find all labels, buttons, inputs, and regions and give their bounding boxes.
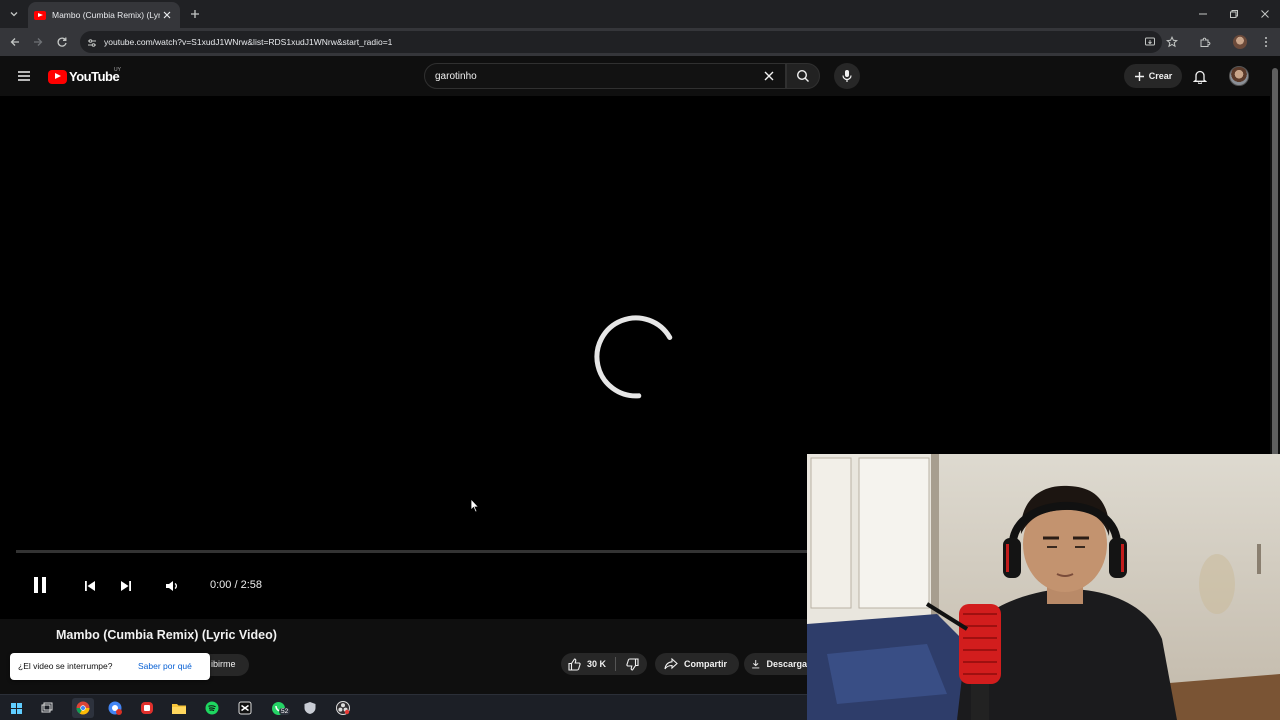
next-button[interactable] <box>116 576 136 596</box>
voice-search-button[interactable] <box>834 63 860 89</box>
video-interrupt-popup: ¿El video se interrumpe? Saber por qué <box>10 653 210 680</box>
download-label: Descarga <box>766 659 807 669</box>
kebab-menu-icon <box>1265 37 1267 47</box>
star-icon <box>1166 36 1178 48</box>
address-bar[interactable]: youtube.com/watch?v=S1xudJ1WNrw&list=RDS… <box>80 31 1162 53</box>
video-title: Mambo (Cumbia Remix) (Lyric Video) <box>56 628 277 642</box>
chrome-icon[interactable] <box>72 698 94 718</box>
profile-avatar <box>1233 35 1247 49</box>
download-icon <box>752 660 760 669</box>
time-display: 0:00 / 2:58 <box>210 579 262 591</box>
learn-why-link[interactable]: Saber por qué <box>138 661 192 671</box>
share-button[interactable]: Compartir <box>655 653 739 675</box>
pause-button[interactable] <box>28 572 52 598</box>
browser-tab-active[interactable]: Mambo (Cumbia Remix) (Lyric V <box>28 2 180 28</box>
scrollbar-thumb[interactable] <box>1272 68 1278 508</box>
arrow-left-icon <box>10 38 19 46</box>
spotify-icon[interactable] <box>201 698 223 718</box>
puzzle-icon <box>1200 37 1211 47</box>
guide-menu-button[interactable] <box>14 66 34 86</box>
reload-icon <box>57 37 67 47</box>
previous-button[interactable] <box>80 576 100 596</box>
obs-icon[interactable] <box>332 698 354 718</box>
close-icon <box>1261 10 1269 18</box>
minimize-icon <box>1199 13 1207 15</box>
browser-menu-button[interactable] <box>1256 32 1276 52</box>
loading-spinner-icon <box>594 315 673 399</box>
country-code: UY <box>114 67 121 73</box>
youtube-play-logo-icon <box>48 69 67 84</box>
search-icon <box>796 69 809 82</box>
app-red-icon[interactable] <box>136 698 158 718</box>
create-label: Crear <box>1148 71 1173 81</box>
youtube-favicon-icon <box>34 10 46 20</box>
forward-button[interactable] <box>28 32 48 52</box>
search-button[interactable] <box>786 63 820 89</box>
whatsapp-icon[interactable]: 52 <box>267 698 291 718</box>
microphone-icon <box>842 70 852 82</box>
tab-close-icon[interactable] <box>160 8 174 22</box>
file-explorer-icon[interactable] <box>168 698 190 718</box>
mouse-cursor-icon <box>470 498 480 513</box>
share-icon <box>664 658 678 670</box>
url-text: youtube.com/watch?v=S1xudJ1WNrw&list=RDS… <box>104 37 393 47</box>
chevron-down-icon <box>10 12 18 17</box>
thumbs-up-icon <box>568 657 581 671</box>
start-icon[interactable] <box>5 698 27 718</box>
bell-icon <box>1193 70 1207 84</box>
hamburger-menu-icon <box>18 71 30 81</box>
capcut-icon[interactable] <box>234 698 256 718</box>
new-tab-button[interactable] <box>186 5 204 23</box>
youtube-header: YouTube UY garotinho Crear <box>0 56 1270 96</box>
extensions-button[interactable] <box>1195 32 1215 52</box>
bookmark-button[interactable] <box>1162 32 1182 52</box>
volume-icon <box>166 581 177 591</box>
browser-tab-strip: Mambo (Cumbia Remix) (Lyric V <box>0 0 1280 28</box>
back-button[interactable] <box>5 32 25 52</box>
thumbs-down-icon <box>625 657 639 671</box>
like-dislike-divider <box>615 657 617 671</box>
install-app-button[interactable] <box>1140 32 1160 52</box>
tab-title: Mambo (Cumbia Remix) (Lyric V <box>52 10 160 20</box>
search-input[interactable]: garotinho <box>424 63 786 89</box>
tab-search-button[interactable] <box>4 4 24 24</box>
reload-button[interactable] <box>52 32 72 52</box>
like-count: 30 K <box>587 659 607 669</box>
restore-icon <box>1230 10 1238 18</box>
restore-button[interactable] <box>1219 4 1249 24</box>
arrow-right-icon <box>34 38 43 46</box>
minimize-button[interactable] <box>1188 4 1218 24</box>
skip-next-icon <box>121 581 131 591</box>
site-info-icon[interactable] <box>85 36 99 50</box>
progress-bar[interactable] <box>16 550 807 553</box>
pause-icon <box>34 577 46 593</box>
youtube-logo-text: YouTube <box>69 69 120 84</box>
clear-search-icon[interactable] <box>763 70 775 82</box>
youtube-logo[interactable]: YouTube UY <box>48 67 121 84</box>
search-query-text: garotinho <box>435 71 477 82</box>
webcam-overlay <box>807 454 1280 720</box>
subscribe-label: ibirme <box>211 659 236 669</box>
dislike-button[interactable] <box>622 655 642 673</box>
mute-button[interactable] <box>162 576 182 596</box>
notifications-button[interactable] <box>1190 66 1210 86</box>
profile-button[interactable] <box>1230 32 1250 52</box>
close-window-button[interactable] <box>1250 4 1280 24</box>
download-button[interactable]: Descarga <box>744 653 807 675</box>
skip-previous-icon <box>85 581 95 591</box>
windows-taskbar: 52 <box>0 694 807 720</box>
webcam-feed-image <box>807 454 1280 720</box>
browser-toolbar: youtube.com/watch?v=S1xudJ1WNrw&list=RDS… <box>0 28 1280 56</box>
create-button[interactable]: Crear <box>1124 64 1182 88</box>
plus-icon <box>1134 71 1144 81</box>
plus-icon <box>191 10 199 18</box>
whatsapp-badge: 52 <box>279 708 291 715</box>
interrupt-question: ¿El video se interrumpe? <box>18 661 113 671</box>
account-avatar[interactable] <box>1229 66 1249 86</box>
task-view-icon[interactable] <box>36 698 58 718</box>
chrome-profile-icon[interactable] <box>104 698 126 718</box>
app-shield-icon[interactable] <box>299 698 321 718</box>
share-label: Compartir <box>684 659 728 669</box>
install-app-icon <box>1145 37 1155 46</box>
